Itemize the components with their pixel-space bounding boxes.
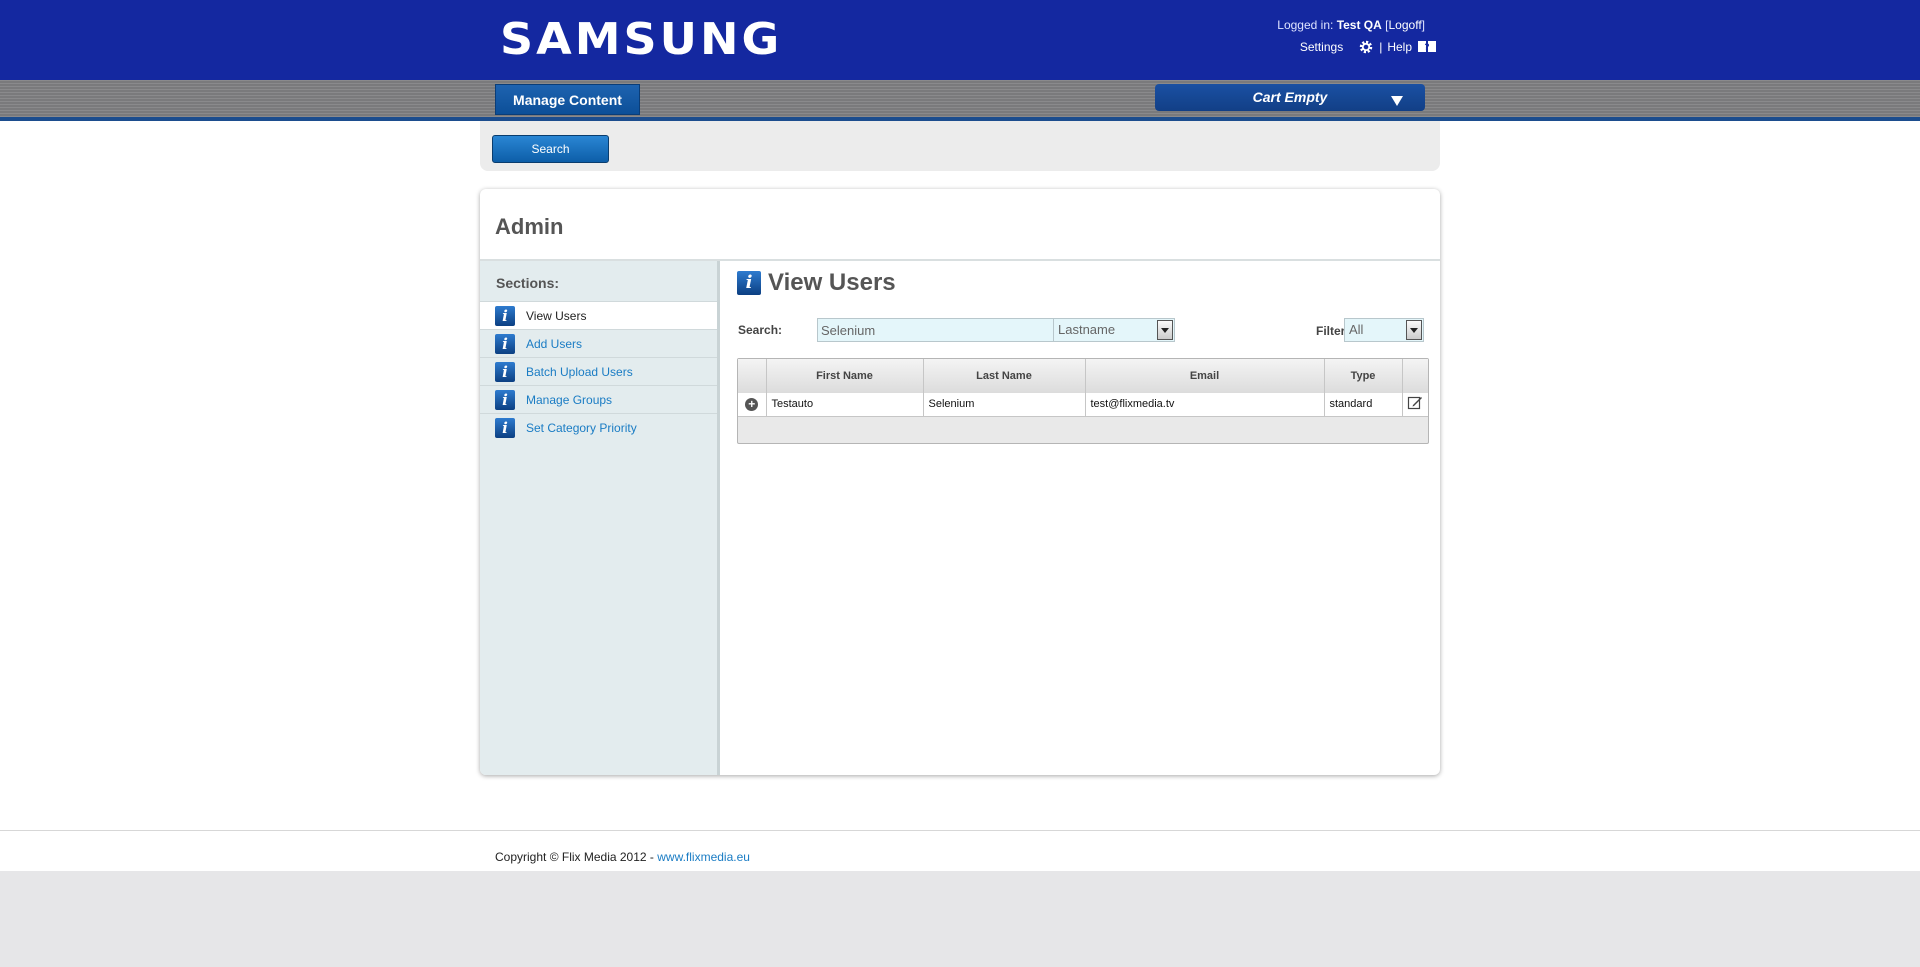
table-header-row: First Name Last Name Email Type	[738, 359, 1428, 393]
filter-value: All	[1349, 322, 1364, 337]
cell-type: standard	[1324, 393, 1403, 417]
copyright-text: Copyright © Flix Media 2012 -	[495, 850, 654, 864]
sidebar-item-label: View Users	[526, 308, 587, 323]
edit-icon[interactable]	[1407, 395, 1423, 411]
sections-sidebar: Sections: i View Users i Add Users i Bat…	[480, 261, 720, 775]
sidebar-item-label: Manage Groups	[526, 392, 613, 407]
search-label: Search:	[738, 323, 783, 337]
samsung-logo[interactable]: SAMSUNG	[500, 15, 782, 63]
cell-first-name: Testauto	[766, 393, 924, 417]
info-icon: i	[495, 333, 515, 354]
sidebar-item-add-users[interactable]: i Add Users	[480, 329, 717, 357]
cart-dropdown[interactable]: Cart Empty	[1155, 84, 1425, 111]
logoff-link[interactable]: Logoff	[1389, 18, 1422, 32]
header-actions	[1402, 359, 1428, 393]
admin-panel: Admin Sections: i View Users i Add Users…	[480, 189, 1440, 775]
logged-in-prefix: Logged in:	[1277, 18, 1334, 32]
section-title: i View Users	[737, 269, 896, 297]
help-link[interactable]: Help	[1387, 40, 1412, 54]
sidebar-item-manage-groups[interactable]: i Manage Groups	[480, 385, 717, 413]
sections-list: i View Users i Add Users i Batch Upload …	[480, 301, 717, 441]
chevron-down-icon[interactable]	[1406, 320, 1422, 340]
edit-cell	[1402, 393, 1428, 417]
header-email[interactable]: Email	[1085, 359, 1325, 393]
settings-link[interactable]: Settings	[1300, 40, 1343, 54]
info-icon: i	[495, 361, 515, 382]
search-field-select[interactable]: Lastname	[1053, 318, 1175, 342]
cell-email: test@flixmedia.tv	[1085, 393, 1325, 417]
sidebar-item-label: Set Category Priority	[526, 420, 637, 435]
footer: Copyright © Flix Media 2012 - www.flixme…	[495, 850, 750, 864]
search-button[interactable]: Search	[492, 135, 609, 163]
page-title: Admin	[495, 214, 564, 239]
sidebar-item-label: Batch Upload Users	[526, 364, 633, 379]
table-row: + Testauto Selenium test@flixmedia.tv st…	[738, 393, 1428, 417]
utility-links: Settings | Help ?	[1300, 39, 1437, 55]
sidebar-item-view-users[interactable]: i View Users	[480, 301, 717, 329]
tab-manage-content[interactable]: Manage Content	[495, 84, 640, 115]
header-type[interactable]: Type	[1324, 359, 1403, 393]
login-status: Logged in: Test QA [Logoff]	[1277, 18, 1425, 32]
gear-icon[interactable]	[1358, 39, 1374, 55]
filter-select[interactable]: All	[1344, 318, 1424, 342]
header-expand	[738, 359, 767, 393]
sidebar-item-set-category-priority[interactable]: i Set Category Priority	[480, 413, 717, 441]
info-icon: i	[495, 417, 515, 438]
sidebar-item-batch-upload-users[interactable]: i Batch Upload Users	[480, 357, 717, 385]
sidebar-item-label: Add Users	[526, 336, 583, 351]
expand-cell: +	[738, 393, 767, 417]
cart-label: Cart Empty	[1252, 89, 1328, 105]
bracket-close: ]	[1421, 18, 1425, 32]
flixmedia-link[interactable]: www.flixmedia.eu	[657, 850, 750, 864]
chevron-down-icon[interactable]	[1391, 96, 1403, 106]
view-users-content: i View Users Search: Lastname Filter All	[723, 261, 1440, 775]
info-icon: i	[495, 389, 515, 410]
search-toolbar: Search	[480, 121, 1440, 171]
chevron-down-icon[interactable]	[1157, 320, 1173, 340]
user-name: Test QA	[1336, 18, 1382, 32]
footer-divider	[0, 830, 1920, 831]
header-first-name[interactable]: First Name	[766, 359, 924, 393]
svg-text:?: ?	[1424, 43, 1429, 53]
info-icon: i	[737, 271, 761, 295]
help-book-icon[interactable]: ?	[1417, 39, 1437, 55]
page-body: Search Admin Sections: i View Users i Ad…	[0, 121, 1920, 871]
search-field-value: Lastname	[1058, 322, 1116, 337]
filter-label: Filter	[1316, 324, 1346, 338]
nav-bar: Manage Content Cart Empty	[0, 80, 1920, 121]
info-icon: i	[495, 305, 515, 326]
header-last-name[interactable]: Last Name	[923, 359, 1086, 393]
users-table: First Name Last Name Email Type + Testau…	[737, 358, 1429, 444]
section-title-text: View Users	[768, 269, 896, 296]
header-bar: SAMSUNG Logged in: Test QA [Logoff] Sett…	[0, 0, 1920, 80]
cell-last-name: Selenium	[923, 393, 1086, 417]
plus-circle-icon[interactable]: +	[745, 397, 759, 411]
separator: |	[1379, 40, 1383, 54]
sections-heading: Sections:	[496, 275, 560, 291]
